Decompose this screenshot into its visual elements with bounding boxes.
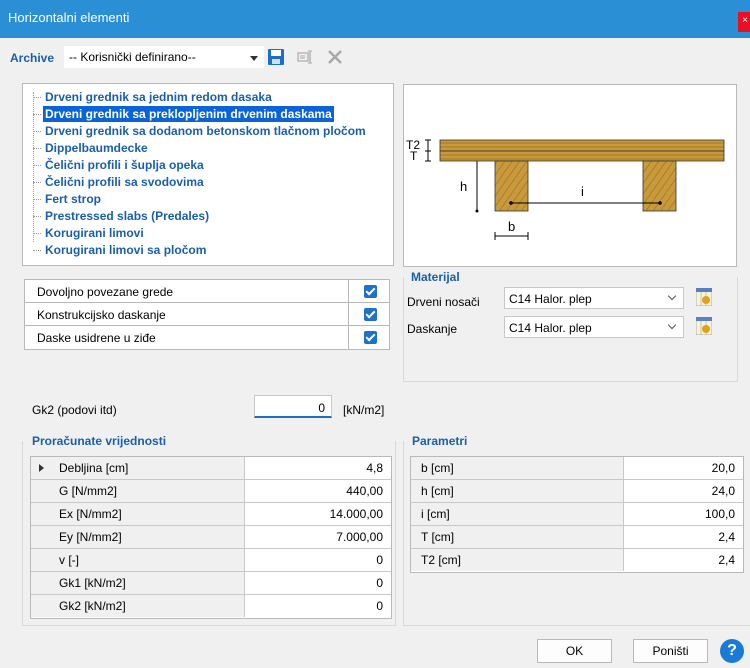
table-row: G [N/mm2] 440,00 [31,480,391,503]
planking-material-label: Daskanje [407,322,458,336]
option-row: Konstrukcijsko daskanje [25,303,389,326]
help-icon[interactable]: ? [720,639,744,663]
table-row[interactable]: T [cm] 2,4 [411,526,743,549]
window-title: Horizontalni elementi [8,10,130,25]
table-row: Gk1 [kN/m2] 0 [31,572,391,595]
table-row: Debljina [cm] 4,8 [31,457,391,480]
option-row: Daske usidrene u ziđe [25,326,389,349]
tree-item[interactable]: Korugirani limovi sa pločom [33,243,208,261]
gk2-input[interactable]: 0 [254,395,332,418]
cross-section-drawing: T2 T h i b [403,84,737,267]
table-row[interactable]: T2 [cm] 2,4 [411,549,743,572]
cancel-button[interactable]: Poništi [633,639,708,663]
material-table-icon[interactable] [695,316,713,336]
h-label: h [460,179,467,194]
element-type-tree: Drveni grednik sa jednim redom dasaka Dr… [22,83,394,266]
material-title: Materijal [409,270,462,284]
params-table: b [cm] 20,0 h [cm] 24,0 i [cm] 100,0 T [cm]… [410,456,744,573]
i-label: i [581,184,584,199]
t-label: T [410,149,418,163]
material-table-icon[interactable] [695,287,713,307]
beam-material-select[interactable]: C14 Halor. plep [504,287,684,309]
close-button[interactable]: × [738,12,750,32]
gk2-unit: [kN/m2] [343,403,385,417]
table-row[interactable]: b [cm] 20,0 [411,457,743,480]
dropdown-arrow-icon[interactable] [249,52,259,62]
option-checkbox[interactable] [364,308,377,321]
option-checkbox[interactable] [364,331,377,344]
ok-button[interactable]: OK [537,639,612,663]
table-row[interactable]: i [cm] 100,0 [411,503,743,526]
options-list: Dovoljno povezane grede Konstrukcijsko d… [24,279,390,350]
title-bar: Horizontalni elementi × [0,0,750,38]
table-row: Gk2 [kN/m2] 0 [31,595,391,618]
archive-dropdown[interactable]: -- Korisnički definirano-- [64,46,264,68]
top-board [439,139,725,152]
option-checkbox[interactable] [364,285,377,298]
delete-icon[interactable] [326,48,344,66]
table-row: Ex [N/mm2] 14.000,00 [31,503,391,526]
computed-title: Proračunate vrijednosti [30,434,169,448]
archive-label: Archive [10,51,55,65]
gk2-label: Gk2 (podovi itd) [32,403,117,417]
params-title: Parametri [410,434,470,448]
beam-material-label: Drveni nosači [407,295,480,309]
b-label: b [508,219,515,234]
current-row-indicator [39,464,44,472]
option-row: Dovoljno povezane grede [25,280,389,303]
table-row[interactable]: h [cm] 24,0 [411,480,743,503]
table-row: Ey [N/mm2] 7.000,00 [31,526,391,549]
save-icon[interactable] [267,48,285,66]
lower-board [439,150,725,162]
planking-material-select[interactable]: C14 Halor. plep [504,316,684,338]
table-row: v [-] 0 [31,549,391,572]
rename-icon[interactable] [296,48,314,66]
archive-dropdown-value: -- Korisnički definirano-- [69,50,196,64]
computed-table: Debljina [cm] 4,8 G [N/mm2] 440,00 Ex [N/m… [30,456,392,619]
